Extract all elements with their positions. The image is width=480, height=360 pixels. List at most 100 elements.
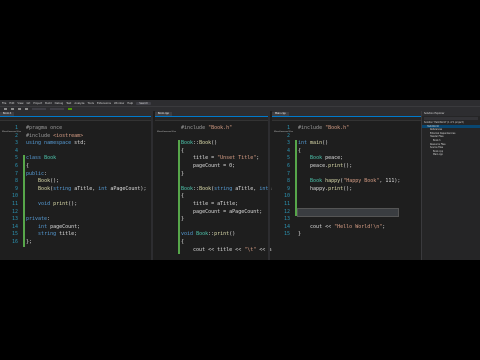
undo-icon[interactable] — [25, 108, 28, 110]
code-line[interactable]: 15} — [272, 231, 422, 239]
code-line[interactable]: #include "Book.h" — [155, 125, 268, 133]
code-token: "Unset Title" — [217, 155, 257, 162]
change-marker — [22, 162, 26, 171]
code-line[interactable]: 10 — [272, 193, 422, 201]
code-line[interactable]: 3 int main() — [272, 140, 422, 148]
code-line[interactable]: { — [155, 193, 268, 201]
code-line[interactable]: } — [155, 170, 268, 179]
code-line[interactable]: 14 int pageCount; — [0, 223, 151, 232]
code-text: #include "Book.h" — [298, 125, 349, 133]
code-line[interactable]: 15 string title; — [0, 231, 151, 239]
menu-item-tools[interactable]: Tools — [88, 102, 94, 105]
configuration-dropdown[interactable] — [32, 107, 46, 111]
code-line[interactable]: 3 using namespace std; — [0, 140, 151, 148]
change-marker — [177, 178, 181, 186]
run-icon[interactable] — [68, 108, 72, 110]
menu-item-git[interactable]: Git — [27, 102, 31, 105]
menu-item-window[interactable]: Window — [114, 102, 124, 105]
code-line[interactable]: 13 — [272, 216, 422, 224]
menu-item-project[interactable]: Project — [33, 102, 42, 105]
solution-tree-node[interactable]: Main.cpp — [422, 153, 480, 157]
menu-item-test[interactable]: Test — [66, 102, 71, 105]
code-line[interactable]: 4{ — [272, 147, 422, 156]
menu-item-debug[interactable]: Debug — [55, 102, 64, 105]
code-line[interactable]: 2 — [272, 133, 422, 141]
code-line[interactable]: 4 — [0, 148, 151, 156]
code-line[interactable] — [155, 178, 268, 186]
solution-search-input[interactable] — [424, 117, 478, 120]
editor-pane-main-cpp[interactable]: Main.cpp Miscellaneous Files 1 #include "Bo… — [272, 111, 422, 260]
back-icon[interactable] — [4, 108, 7, 110]
code-line[interactable]: 9 Book(string aTitle, int aPageCount); — [0, 185, 151, 194]
menu-item-file[interactable]: File — [2, 102, 6, 105]
forward-icon[interactable] — [11, 108, 14, 110]
code-line[interactable]: pageCount = 0; — [155, 162, 268, 171]
code-line[interactable] — [155, 223, 268, 232]
editor-pane-book-h[interactable]: Book.h Miscellaneous Files 1 #pragma once 2 #… — [0, 111, 151, 260]
change-marker — [294, 133, 298, 141]
code-line[interactable]: 2 #include <iostream> — [0, 133, 151, 141]
editor-pane-book-cpp[interactable]: Book.cpp Miscellaneous Files #include "Boo… — [155, 111, 304, 260]
menu-item-help[interactable]: Help — [127, 102, 133, 105]
code-line[interactable]: 12 — [272, 207, 422, 218]
save-icon[interactable] — [18, 108, 21, 110]
code-line[interactable] — [155, 133, 268, 141]
code-line[interactable]: 11 void print(); — [0, 200, 151, 209]
line-number — [155, 209, 177, 217]
code-line[interactable]: 8 Book(); — [0, 178, 151, 186]
code-editor[interactable]: 1 #pragma once 2 #include <iostream> 3 using … — [0, 121, 151, 247]
code-line[interactable]: 8 Book happy("Happy Book", 111); — [272, 178, 422, 186]
code-line[interactable]: 7 public: — [0, 170, 151, 179]
code-token: aPageCount); — [110, 185, 147, 192]
menu-item-edit[interactable]: Edit — [9, 102, 14, 105]
menu-item-build[interactable]: Build — [45, 102, 52, 105]
code-line[interactable]: void Book::print() — [155, 231, 268, 239]
tab-book-h[interactable]: Book.h — [0, 112, 15, 116]
tab-book-cpp[interactable]: Book.cpp — [155, 112, 173, 116]
code-token: Book — [181, 185, 194, 192]
code-line[interactable]: title = "Unset Title"; — [155, 155, 268, 163]
code-token: title = aTitle; — [181, 200, 239, 207]
tab-main-cpp[interactable]: Main.cpp — [272, 112, 289, 116]
code-line[interactable]: 10 — [0, 193, 151, 201]
code-line[interactable]: 12 — [0, 208, 151, 217]
code-line[interactable]: 14 cout << "Hello World!\n"; — [272, 224, 422, 232]
pane-divider[interactable] — [151, 111, 153, 260]
code-text: void Book::print() — [181, 231, 235, 239]
search-box[interactable]: Search — [136, 101, 152, 105]
code-line[interactable]: { — [155, 238, 268, 247]
code-line[interactable]: Book::Book() — [155, 140, 268, 148]
code-line[interactable]: 1 #include "Book.h" — [272, 125, 422, 133]
line-number: 11 — [283, 200, 290, 207]
code-line[interactable]: cout << title << "\t" << pageCount — [155, 246, 295, 255]
line-number — [155, 247, 177, 255]
code-line[interactable]: 16}; — [0, 238, 151, 247]
code-token: <iostream> — [53, 132, 84, 139]
code-line[interactable]: 7 — [272, 170, 422, 179]
pane-divider[interactable] — [268, 111, 270, 260]
code-line[interactable]: pageCount = aPageCount; — [155, 208, 268, 217]
menu-item-view[interactable]: View — [17, 102, 23, 105]
code-line[interactable]: Book::Book(string aTitle, int aPageCount… — [155, 185, 304, 194]
code-token: ; — [382, 223, 386, 230]
code-token: pageCount = aPageCount; — [181, 208, 263, 215]
code-line[interactable]: title = aTitle; — [155, 200, 268, 209]
code-line[interactable]: { — [155, 147, 268, 156]
code-token: "Hello World!\n" — [334, 223, 383, 230]
code-line[interactable]: } — [155, 216, 268, 224]
platform-dropdown[interactable] — [50, 107, 64, 111]
code-line[interactable]: 11 — [272, 200, 422, 209]
code-editor[interactable]: 1 #include "Book.h" 2 3 int main() 4{5 Book p… — [272, 121, 422, 239]
code-line[interactable]: 6{ — [0, 162, 151, 171]
code-line[interactable]: 5 class Book — [0, 155, 151, 163]
code-line[interactable]: 1 #pragma once — [0, 125, 151, 133]
code-line[interactable]: 9 happy.print(); — [272, 185, 422, 194]
code-token: }; — [26, 238, 33, 245]
code-line[interactable]: 5 Book peace; — [272, 155, 422, 163]
menu-item-analyze[interactable]: Analyze — [74, 102, 84, 105]
code-line[interactable]: 6 peace.print(); — [272, 162, 422, 171]
menu-item-extensions[interactable]: Extensions — [97, 102, 111, 105]
code-line[interactable]: 13 private: — [0, 216, 151, 224]
code-editor[interactable]: #include "Book.h" Book::Book(){ title = "… — [155, 121, 304, 255]
